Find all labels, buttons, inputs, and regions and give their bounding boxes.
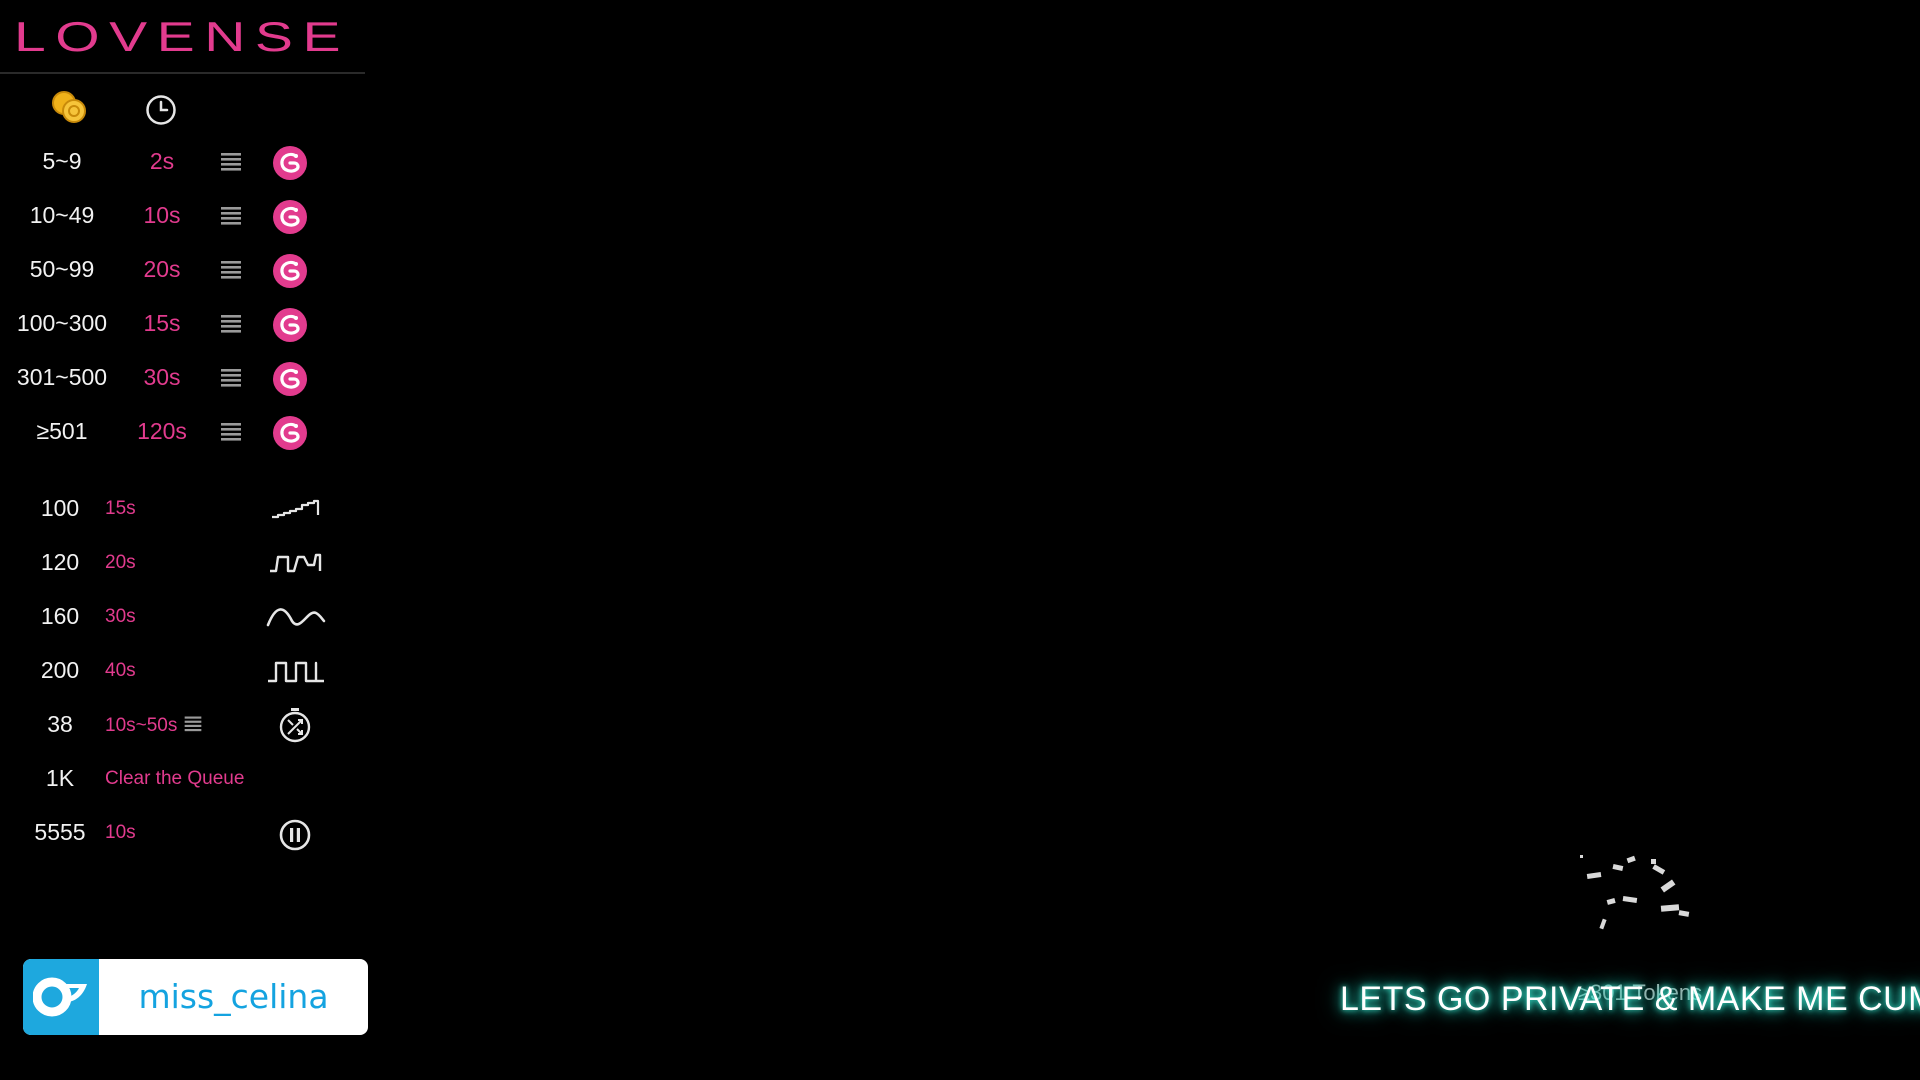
special-command-row: 100 15s <box>0 487 340 531</box>
special-command-duration: 40s <box>105 660 136 682</box>
tip-level-duration: 120s <box>137 418 187 444</box>
tip-level-range: 10~49 <box>29 202 95 228</box>
pattern-list-icon <box>219 367 243 389</box>
onlyfans-badge[interactable]: miss_celina <box>23 959 368 1035</box>
special-command-duration: 15s <box>105 498 136 520</box>
tip-level-row: 100~300 15s <box>0 304 340 344</box>
pattern-pulse-icon <box>262 545 328 581</box>
logo-divider <box>0 72 365 74</box>
lovense-toy-icon <box>272 361 308 397</box>
tip-level-range: 100~300 <box>16 310 108 336</box>
special-command-row: 160 30s <box>0 595 340 639</box>
pattern-list-icon <box>219 205 243 227</box>
special-command-duration-text: 40s <box>105 660 136 681</box>
tip-level-duration: 30s <box>143 364 181 390</box>
tip-level-duration: 10s <box>143 202 181 228</box>
pattern-earthquake-icon <box>262 599 328 635</box>
special-command-amount: 200 <box>40 657 80 683</box>
tip-level-range: ≥501 <box>36 418 88 444</box>
onlyfans-logo-icon <box>23 959 99 1035</box>
tip-level-row: 301~500 30s <box>0 358 340 398</box>
special-command-duration: Clear the Queue <box>105 768 244 790</box>
special-command-duration-text: 30s <box>105 606 136 627</box>
pattern-list-icon <box>219 421 243 443</box>
special-command-duration: 20s <box>105 552 136 574</box>
special-command-duration-text: 10s <box>105 822 136 843</box>
tip-level-range: 50~99 <box>29 256 95 282</box>
tip-level-duration: 2s <box>149 148 175 174</box>
special-command-duration: 10s <box>105 822 136 844</box>
money-rain-icon <box>1565 855 1715 935</box>
tip-level-row: 50~99 20s <box>0 250 340 290</box>
lovense-logo: LOVENSE <box>14 14 354 58</box>
goal-text: LETS GO PRIVATE & MAKE ME CUM! <box>1340 980 1920 1018</box>
tip-level-row: 5~9 2s <box>0 142 340 182</box>
special-command-amount: 120 <box>40 549 80 575</box>
special-command-duration-text: 20s <box>105 552 136 573</box>
lovense-toy-icon <box>272 307 308 343</box>
tip-level-range: 301~500 <box>16 364 108 390</box>
lovense-overlay: LOVENSE 5~9 2s 10~49 10s 50~99 20s 100~3… <box>0 0 1920 1080</box>
pattern-list-icon <box>219 313 243 335</box>
special-command-duration-text: 15s <box>105 498 136 519</box>
tip-level-duration: 15s <box>143 310 181 336</box>
special-command-amount: 1K <box>45 765 75 791</box>
pattern-fireworks-icon <box>262 653 328 689</box>
special-command-amount: 38 <box>47 711 73 737</box>
coins-icon <box>50 90 88 124</box>
lovense-toy-icon <box>272 199 308 235</box>
pattern-wave-icon <box>262 491 328 527</box>
pattern-list-icon <box>219 151 243 173</box>
special-command-row: 5555 10s <box>0 811 340 855</box>
tip-level-row: ≥501 120s <box>0 412 340 452</box>
pattern-list-icon <box>219 259 243 281</box>
onlyfans-username: miss_celina <box>138 977 329 1016</box>
lovense-toy-icon <box>272 253 308 289</box>
special-command-row: 1K Clear the Queue <box>0 757 340 801</box>
lovense-toy-icon <box>272 145 308 181</box>
tip-level-row: 10~49 10s <box>0 196 340 236</box>
pause-icon <box>262 815 328 851</box>
special-command-duration-text: 10s~50s <box>105 715 178 736</box>
special-command-row: 200 40s <box>0 649 340 693</box>
special-command-duration: 10s~50s <box>105 714 203 740</box>
clock-icon <box>145 94 177 126</box>
special-command-row: 38 10s~50s <box>0 703 340 747</box>
special-command-amount: 160 <box>40 603 80 629</box>
special-command-amount: 5555 <box>34 819 86 845</box>
special-command-amount: 100 <box>40 495 80 521</box>
tip-level-range: 5~9 <box>42 148 82 174</box>
lovense-toy-icon <box>272 415 308 451</box>
pattern-list-icon <box>183 714 203 740</box>
tip-level-duration: 20s <box>143 256 181 282</box>
special-command-duration: 30s <box>105 606 136 628</box>
random-time-icon <box>262 707 328 743</box>
special-command-duration-text: Clear the Queue <box>105 768 245 789</box>
special-command-row: 120 20s <box>0 541 340 585</box>
lovense-logo-text: LOVENSE <box>14 14 350 58</box>
